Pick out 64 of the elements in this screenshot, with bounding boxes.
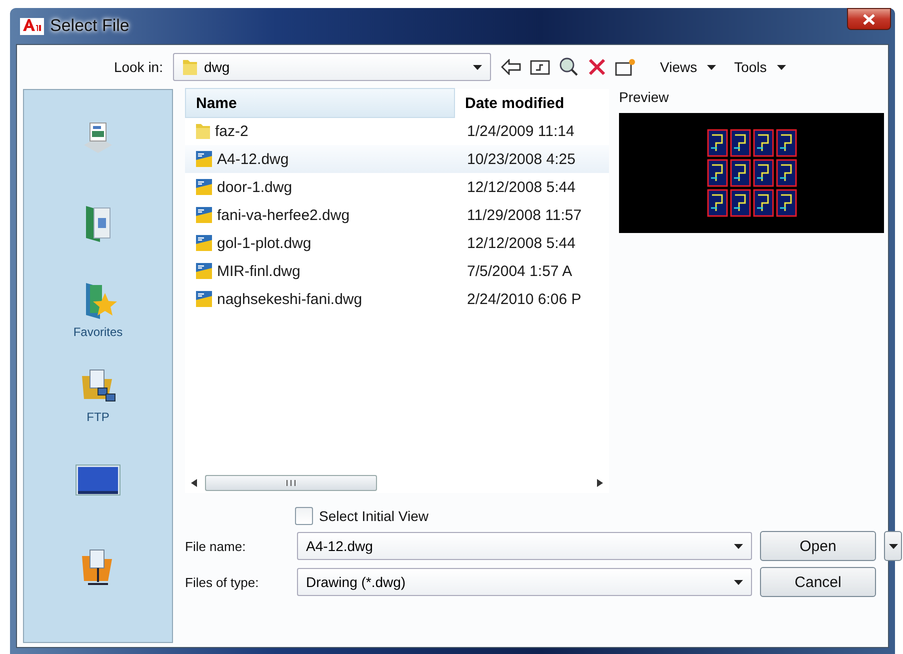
- delete-icon[interactable]: [588, 58, 606, 76]
- file-row[interactable]: fani-va-herfee2.dwg 11/29/2008 11:57: [185, 201, 609, 229]
- file-name: A4-12.dwg: [217, 150, 289, 168]
- date-modified: 7/5/2004 1:57 A: [466, 262, 574, 280]
- toolbar-menu[interactable]: Tools: [732, 59, 788, 75]
- close-button[interactable]: [847, 8, 891, 30]
- file-name: gol-1-plot.dwg: [217, 234, 312, 252]
- window-title: Select File: [50, 16, 130, 36]
- drawing-file-icon: [195, 206, 213, 224]
- open-button[interactable]: Open: [760, 531, 876, 561]
- file-row[interactable]: naghsekeshi-fani.dwg 2/24/2010 6:06 P: [185, 285, 609, 313]
- caret-icon: [734, 544, 743, 548]
- back-arrow-icon[interactable]: [501, 59, 521, 75]
- cancel-button[interactable]: Cancel: [760, 567, 876, 597]
- look-in-label: Look in:: [112, 59, 163, 75]
- drawing-file-icon: [195, 262, 213, 280]
- place-label[interactable]: FTP: [86, 410, 110, 424]
- drawing-file-icon: [195, 234, 213, 252]
- drawing-file-icon: [195, 150, 213, 168]
- caret-icon: [776, 64, 786, 70]
- caret-icon: [888, 544, 898, 548]
- file-row[interactable]: faz-2 1/24/2009 11:14: [185, 117, 609, 145]
- column-header[interactable]: Name: [185, 88, 455, 118]
- place-label[interactable]: Favorites: [73, 325, 123, 339]
- checkbox-label: Select Initial View: [319, 508, 428, 524]
- date-modified: 12/12/2008 5:44: [466, 178, 576, 196]
- caret-icon: [707, 64, 716, 70]
- folder-icon: [195, 122, 211, 140]
- folder-icon: [182, 58, 198, 76]
- file-row[interactable]: gol-1-plot.dwg 12/12/2008 5:44: [185, 229, 609, 257]
- date-modified: 12/12/2008 5:44: [466, 234, 576, 252]
- drawing-file-icon: [195, 290, 213, 308]
- column-header[interactable]: Date modified: [455, 89, 609, 117]
- file-name-label: File name:: [185, 538, 247, 554]
- toolbar-menu[interactable]: Views: [658, 59, 718, 75]
- drawing-file-icon: [195, 178, 213, 196]
- scroll-right-arrow-icon[interactable]: [597, 479, 603, 487]
- app-logo-icon: [20, 18, 44, 34]
- file-type-label: Files of type:: [185, 574, 260, 590]
- file-row[interactable]: door-1.dwg 12/12/2008 5:44: [185, 173, 609, 201]
- file-type-dropdown[interactable]: Drawing (*.dwg): [297, 568, 752, 596]
- look-in-dropdown[interactable]: dwg: [173, 53, 491, 81]
- checkbox[interactable]: [295, 507, 313, 525]
- date-modified: 2/24/2010 6:06 P: [466, 290, 582, 308]
- file-name: MIR-finl.dwg: [217, 262, 300, 280]
- scrollbar-thumb[interactable]: [205, 475, 377, 491]
- date-modified: 11/29/2008 11:57: [466, 206, 583, 224]
- new-folder-icon[interactable]: [615, 58, 637, 76]
- file-name: fani-va-herfee2.dwg: [217, 206, 350, 224]
- open-options-button[interactable]: [884, 531, 902, 561]
- date-modified: 1/24/2009 11:14: [466, 122, 576, 140]
- file-row[interactable]: A4-12.dwg 10/23/2008 4:25: [185, 145, 609, 173]
- preview-label: Preview: [619, 89, 670, 105]
- scroll-left-arrow-icon[interactable]: [191, 479, 197, 487]
- date-modified: 10/23/2008 4:25: [466, 150, 576, 168]
- caret-icon: [473, 64, 482, 70]
- file-name: naghsekeshi-fani.dwg: [217, 290, 362, 308]
- file-name: door-1.dwg: [217, 178, 292, 196]
- file-row[interactable]: MIR-finl.dwg 7/5/2004 1:57 A: [185, 257, 609, 285]
- file-name-field[interactable]: A4-12.dwg: [297, 532, 752, 560]
- file-name: faz-2: [215, 122, 248, 140]
- monitor-icon: [75, 464, 121, 498]
- caret-icon: [734, 580, 743, 584]
- close-icon: [863, 14, 875, 24]
